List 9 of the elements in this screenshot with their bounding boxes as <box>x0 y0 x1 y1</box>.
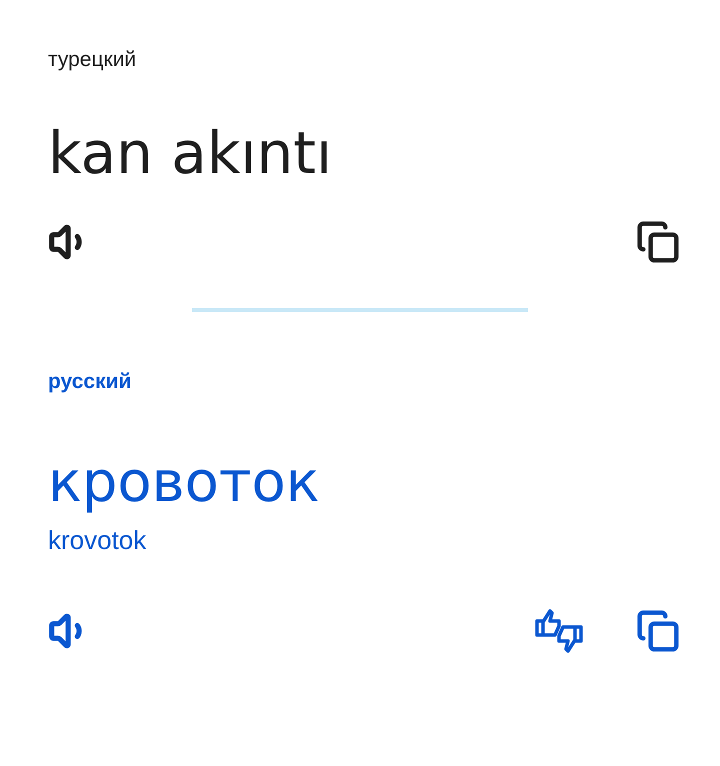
target-text: кровоток <box>48 449 321 517</box>
target-language: русский <box>48 369 132 395</box>
copy-icon[interactable] <box>636 609 680 653</box>
source-language: турецкий <box>48 47 138 73</box>
copy-icon[interactable] <box>636 220 680 264</box>
source-text: kan akıntı <box>48 118 334 188</box>
feedback-button[interactable] <box>534 608 584 654</box>
thumbs-up-down-icon <box>534 608 584 654</box>
transliteration: krovotok <box>48 524 148 556</box>
